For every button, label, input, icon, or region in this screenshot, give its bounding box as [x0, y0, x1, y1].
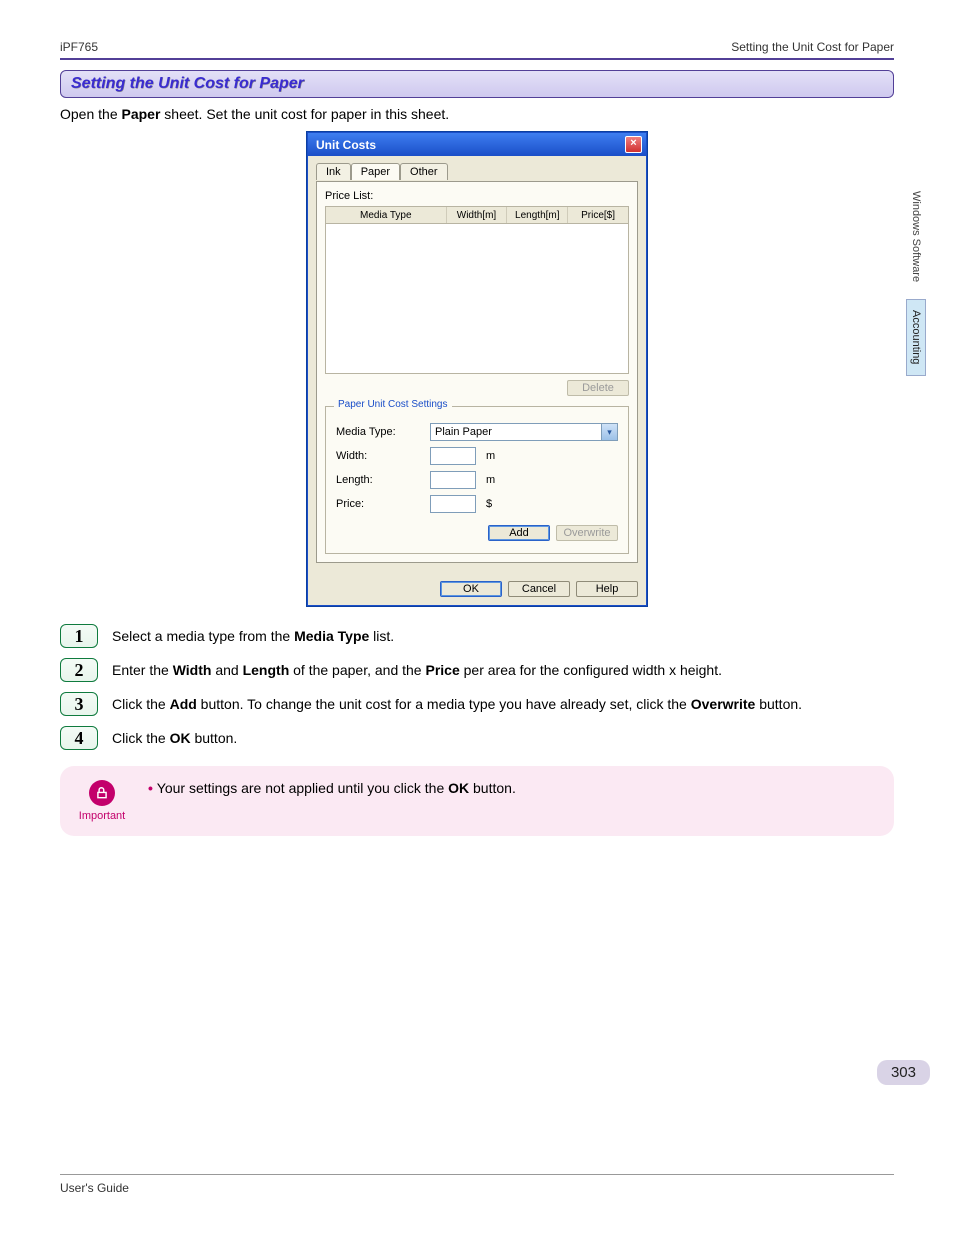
tab-paper[interactable]: Paper [351, 163, 400, 180]
media-type-combo[interactable]: Plain Paper ▾ [430, 423, 618, 441]
important-note: Important Your settings are not applied … [60, 766, 894, 836]
price-unit: $ [486, 498, 492, 510]
step-text: Click the OK button. [112, 726, 894, 748]
col-price[interactable]: Price[$] [568, 207, 628, 223]
tab-ink[interactable]: Ink [316, 163, 351, 180]
length-input[interactable] [430, 471, 476, 489]
width-input[interactable] [430, 447, 476, 465]
add-button[interactable]: Add [488, 525, 550, 541]
page-number: 303 [877, 1060, 930, 1085]
help-button[interactable]: Help [576, 581, 638, 597]
section-title-text: Setting the Unit Cost for Paper [71, 75, 304, 92]
side-tab-windows-software[interactable]: Windows Software [906, 180, 926, 293]
col-length[interactable]: Length[m] [507, 207, 568, 223]
footer-text: User's Guide [60, 1174, 894, 1195]
cancel-button[interactable]: Cancel [508, 581, 570, 597]
price-list-body[interactable] [325, 224, 629, 374]
width-label: Width: [336, 450, 424, 462]
chevron-down-icon[interactable]: ▾ [601, 424, 617, 440]
header-left: iPF765 [60, 40, 98, 54]
step-number: 2 [60, 658, 98, 682]
header-right: Setting the Unit Cost for Paper [731, 40, 894, 54]
length-label: Length: [336, 474, 424, 486]
step-number: 4 [60, 726, 98, 750]
price-list-header: Media Type Width[m] Length[m] Price[$] [325, 206, 629, 224]
step-text: Click the Add button. To change the unit… [112, 692, 894, 714]
step-number: 1 [60, 624, 98, 648]
step-text: Select a media type from the Media Type … [112, 624, 894, 646]
paper-unit-cost-settings: Paper Unit Cost Settings Media Type: Pla… [325, 406, 629, 554]
price-label: Price: [336, 498, 424, 510]
dialog-tabs: Ink Paper Other [316, 162, 638, 179]
dialog-titlebar: Unit Costs × [308, 133, 646, 156]
media-type-label: Media Type: [336, 426, 424, 438]
important-label: Important [79, 810, 125, 822]
section-title-bar: Setting the Unit Cost for Paper [60, 70, 894, 98]
tab-other[interactable]: Other [400, 163, 448, 180]
side-tabs: Windows Software Accounting [906, 180, 926, 376]
price-list-label: Price List: [325, 190, 629, 202]
header-rule [60, 58, 894, 60]
side-tab-accounting[interactable]: Accounting [906, 299, 926, 375]
step-4: 4 Click the OK button. [60, 726, 894, 750]
fieldset-legend: Paper Unit Cost Settings [334, 399, 452, 410]
step-text: Enter the Width and Length of the paper,… [112, 658, 894, 680]
step-3: 3 Click the Add button. To change the un… [60, 692, 894, 716]
price-input[interactable] [430, 495, 476, 513]
width-unit: m [486, 450, 495, 462]
step-1: 1 Select a media type from the Media Typ… [60, 624, 894, 648]
close-icon[interactable]: × [625, 136, 642, 153]
overwrite-button[interactable]: Overwrite [556, 525, 618, 541]
intro-text: Open the Paper sheet. Set the unit cost … [60, 106, 894, 122]
step-2: 2 Enter the Width and Length of the pape… [60, 658, 894, 682]
dialog-title-text: Unit Costs [316, 138, 376, 152]
steps-list: 1 Select a media type from the Media Typ… [60, 624, 894, 750]
col-width[interactable]: Width[m] [447, 207, 508, 223]
unit-costs-dialog: Unit Costs × Ink Paper Other Price List:… [307, 132, 647, 606]
length-unit: m [486, 474, 495, 486]
ok-button[interactable]: OK [440, 581, 502, 597]
important-text: Your settings are not applied until you … [148, 780, 516, 796]
delete-button[interactable]: Delete [567, 380, 629, 396]
col-media-type[interactable]: Media Type [326, 207, 447, 223]
media-type-value: Plain Paper [435, 426, 492, 438]
step-number: 3 [60, 692, 98, 716]
important-icon [89, 780, 115, 806]
